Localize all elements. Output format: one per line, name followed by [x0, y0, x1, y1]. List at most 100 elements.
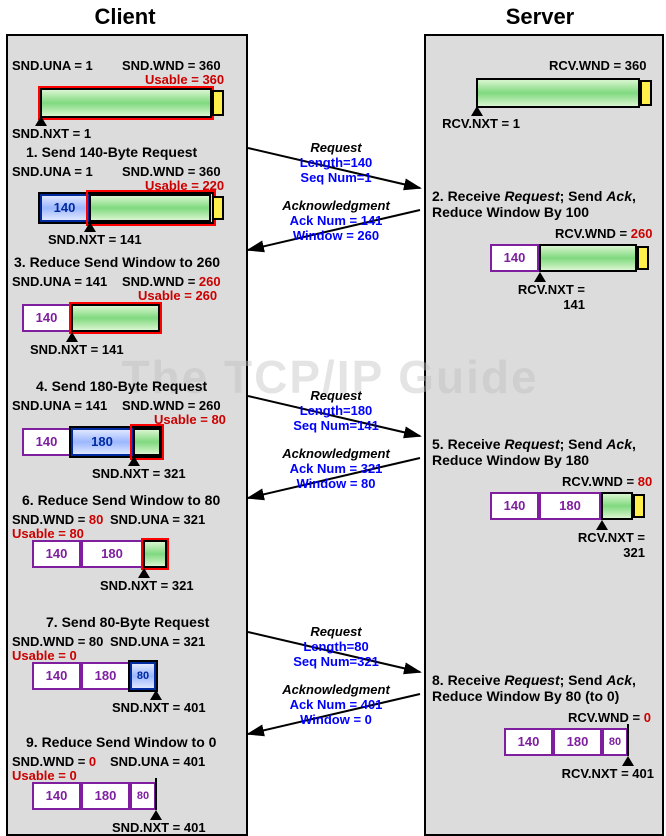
- c3-usable-window: [69, 302, 162, 334]
- sv8-rcv-wnd: RCV.WND = 0: [568, 710, 651, 725]
- c2-snd-nxt: SND.NXT = 141: [48, 232, 142, 247]
- msg2-l1: Length=180: [300, 403, 373, 418]
- sv2-rcv-nxt: RCV.NXT = 141: [495, 282, 585, 312]
- c4-usable-window: [130, 424, 164, 460]
- c7-usable: Usable = 0: [12, 648, 77, 663]
- sv0-cap: [640, 80, 652, 106]
- c6-snd-wnd: SND.WND = 80: [12, 512, 103, 527]
- sv8-line: [627, 724, 629, 756]
- c1-usable-window: [38, 86, 214, 120]
- sv5-cap: [633, 494, 645, 518]
- c3-una-tick: [66, 332, 78, 342]
- c9-seg80: 80: [130, 782, 156, 810]
- sv2-seg140: 140: [490, 244, 539, 272]
- sv2-green: [539, 244, 637, 272]
- c6-seg180: 180: [81, 540, 143, 568]
- c7-nxt-tick: [150, 690, 162, 700]
- c6-snd-nxt: SND.NXT = 321: [100, 578, 194, 593]
- msg-request-1: Request Length=140 Seq Num=1: [248, 140, 424, 185]
- c2-nxt-tick: [84, 222, 96, 232]
- c1-snd-nxt: SND.NXT = 1: [12, 126, 91, 141]
- diagram-page: Client Server The TCP/IP Guide Request L…: [0, 0, 666, 836]
- c9-nxt-tick: [150, 810, 162, 820]
- c4-usable: Usable = 80: [154, 412, 226, 427]
- ack2-title: Acknowledgment: [282, 446, 390, 461]
- c9-line: [155, 778, 157, 810]
- c9-snd-una: SND.UNA = 401: [110, 754, 205, 769]
- msg3-l2: Seq Num=321: [293, 654, 379, 669]
- c3-snd-una: SND.UNA = 141: [12, 274, 107, 289]
- c1-snd-wnd: SND.WND = 360: [122, 58, 221, 73]
- msg3-l1: Length=80: [303, 639, 368, 654]
- c3-title: 3. Reduce Send Window to 260: [14, 254, 220, 270]
- c4-snd-wnd: SND.WND = 260: [122, 398, 221, 413]
- c1-title: 1. Send 140-Byte Request: [26, 144, 197, 160]
- msg1-l1: Length=140: [300, 155, 373, 170]
- c4-snd-nxt: SND.NXT = 321: [92, 466, 186, 481]
- c7-outer: [128, 660, 158, 692]
- c7-seg180: 180: [81, 662, 130, 690]
- msg1-title: Request: [310, 140, 361, 155]
- c2-snd-una: SND.UNA = 1: [12, 164, 93, 179]
- msg-ack-3: Acknowledgment Ack Num = 401 Window = 0: [248, 682, 424, 727]
- msg3-title: Request: [310, 624, 361, 639]
- c6-nxt-tick: [138, 568, 150, 578]
- c2-cap: [212, 196, 224, 220]
- ack1-title: Acknowledgment: [282, 198, 390, 213]
- sv2-tick: [534, 272, 546, 282]
- c6-seg140: 140: [32, 540, 81, 568]
- sv8-seg140: 140: [504, 728, 553, 756]
- ack2-l1: Ack Num = 321: [290, 461, 383, 476]
- sv8-seg180: 180: [553, 728, 602, 756]
- c9-usable: Usable = 0: [12, 768, 77, 783]
- c9-snd-wnd: SND.WND = 0: [12, 754, 96, 769]
- sv0-bar: [476, 78, 640, 108]
- c3-usable: Usable = 260: [138, 288, 217, 303]
- c1-snd-una: SND.UNA = 1: [12, 58, 93, 73]
- ack1-l1: Ack Num = 141: [290, 213, 383, 228]
- c9-title: 9. Reduce Send Window to 0: [26, 734, 216, 750]
- c4-snd-una: SND.UNA = 141: [12, 398, 107, 413]
- c6-usable: Usable = 80: [12, 526, 84, 541]
- sv8-rcv-nxt: RCV.NXT = 401: [558, 766, 654, 781]
- msg2-title: Request: [310, 388, 361, 403]
- sv0-rcv-nxt: RCV.NXT = 1: [440, 116, 520, 131]
- sv2-rcv-wnd: RCV.WND = 260: [555, 226, 652, 241]
- sv8-tick: [622, 756, 634, 766]
- ack2-l2: Window = 80: [297, 476, 376, 491]
- sv5-green: [601, 492, 633, 520]
- c3-seg140: 140: [22, 304, 71, 332]
- c7-snd-una: SND.UNA = 321: [110, 634, 205, 649]
- sv8-seg80: 80: [602, 728, 628, 756]
- sv0-tick: [471, 106, 483, 116]
- c2-snd-wnd: SND.WND = 360: [122, 164, 221, 179]
- c4-title: 4. Send 180-Byte Request: [36, 378, 207, 394]
- c6-usable-window: [141, 538, 169, 570]
- sv0-rcv-wnd: RCV.WND = 360: [549, 58, 646, 73]
- c1-cap: [212, 90, 224, 116]
- c1-usable: Usable = 360: [145, 72, 224, 87]
- c1-una-tick: [35, 116, 47, 126]
- c9-seg140: 140: [32, 782, 81, 810]
- sv2-cap: [637, 246, 649, 270]
- c4-nxt-tick: [128, 456, 140, 466]
- msg1-l2: Seq Num=1: [300, 170, 371, 185]
- sv2-title: 2. Receive Request; Send Ack, Reduce Win…: [432, 188, 660, 220]
- msg-request-3: Request Length=80 Seq Num=321: [248, 624, 424, 669]
- c7-snd-wnd: SND.WND = 80: [12, 634, 103, 649]
- sv5-seg140: 140: [490, 492, 539, 520]
- ack3-title: Acknowledgment: [282, 682, 390, 697]
- c6-snd-una: SND.UNA = 321: [110, 512, 205, 527]
- sv5-seg180: 180: [539, 492, 601, 520]
- c2-usable-window: [86, 190, 216, 226]
- ack3-l2: Window = 0: [300, 712, 372, 727]
- c3-snd-nxt: SND.NXT = 141: [30, 342, 124, 357]
- c7-seg140: 140: [32, 662, 81, 690]
- sv5-rcv-nxt: RCV.NXT = 321: [555, 530, 645, 560]
- c9-seg180: 180: [81, 782, 130, 810]
- ack3-l1: Ack Num = 401: [290, 697, 383, 712]
- c9-snd-nxt: SND.NXT = 401: [112, 820, 206, 835]
- sv5-title: 5. Receive Request; Send Ack, Reduce Win…: [432, 436, 660, 468]
- c3-snd-wnd-line: SND.WND = 260: [122, 274, 221, 289]
- msg-request-2: Request Length=180 Seq Num=141: [248, 388, 424, 433]
